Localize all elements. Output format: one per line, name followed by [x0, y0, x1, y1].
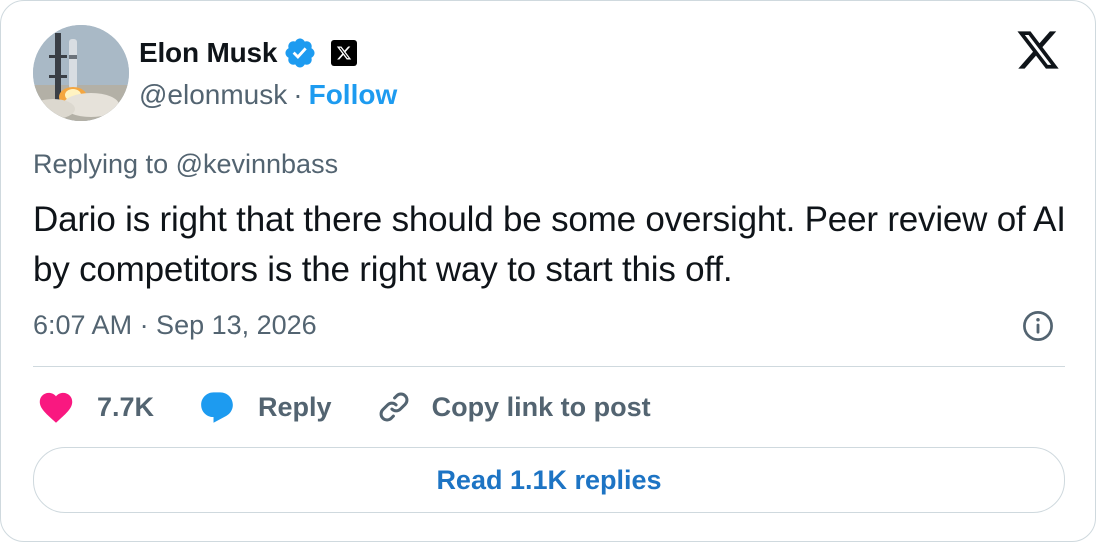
speech-bubble-icon [198, 390, 236, 424]
heart-icon [37, 390, 75, 424]
reply-label: Reply [258, 391, 332, 422]
copy-link-button[interactable]: Copy link to post [376, 389, 651, 425]
author-block: Elon Musk @elonmusk · Follow [139, 31, 397, 111]
reply-button[interactable]: Reply [198, 390, 332, 424]
handle-row: @elonmusk · Follow [139, 79, 397, 111]
copy-link-label: Copy link to post [431, 391, 651, 422]
x-logo-icon[interactable] [1015, 29, 1061, 71]
separator-dot: · [293, 79, 303, 110]
embedded-post-card: Elon Musk @elonmusk · Follow Replying to [0, 0, 1096, 542]
rocket-launch-image [33, 25, 129, 121]
link-icon [376, 389, 412, 425]
follow-link[interactable]: Follow [309, 79, 398, 111]
author-name[interactable]: Elon Musk [139, 37, 277, 69]
author-name-row: Elon Musk [139, 31, 397, 75]
post-text: Dario is right that there should be some… [33, 200, 1066, 289]
action-bar: 7.7K Reply Copy link to post [37, 385, 695, 429]
replying-to[interactable]: Replying to @kevinnbass [33, 149, 338, 180]
post-timestamp[interactable]: 6:07 AM · Sep 13, 2026 [33, 310, 317, 341]
author-handle[interactable]: @elonmusk [139, 79, 287, 111]
read-replies-button[interactable]: Read 1.1K replies [33, 447, 1065, 513]
like-count: 7.7K [97, 391, 155, 422]
x-affiliation-badge-icon[interactable] [331, 40, 358, 66]
verified-badge-icon[interactable] [283, 36, 317, 70]
avatar[interactable] [33, 25, 129, 121]
info-icon[interactable] [1021, 309, 1055, 343]
divider [33, 366, 1065, 367]
like-button[interactable]: 7.7K [37, 390, 154, 424]
